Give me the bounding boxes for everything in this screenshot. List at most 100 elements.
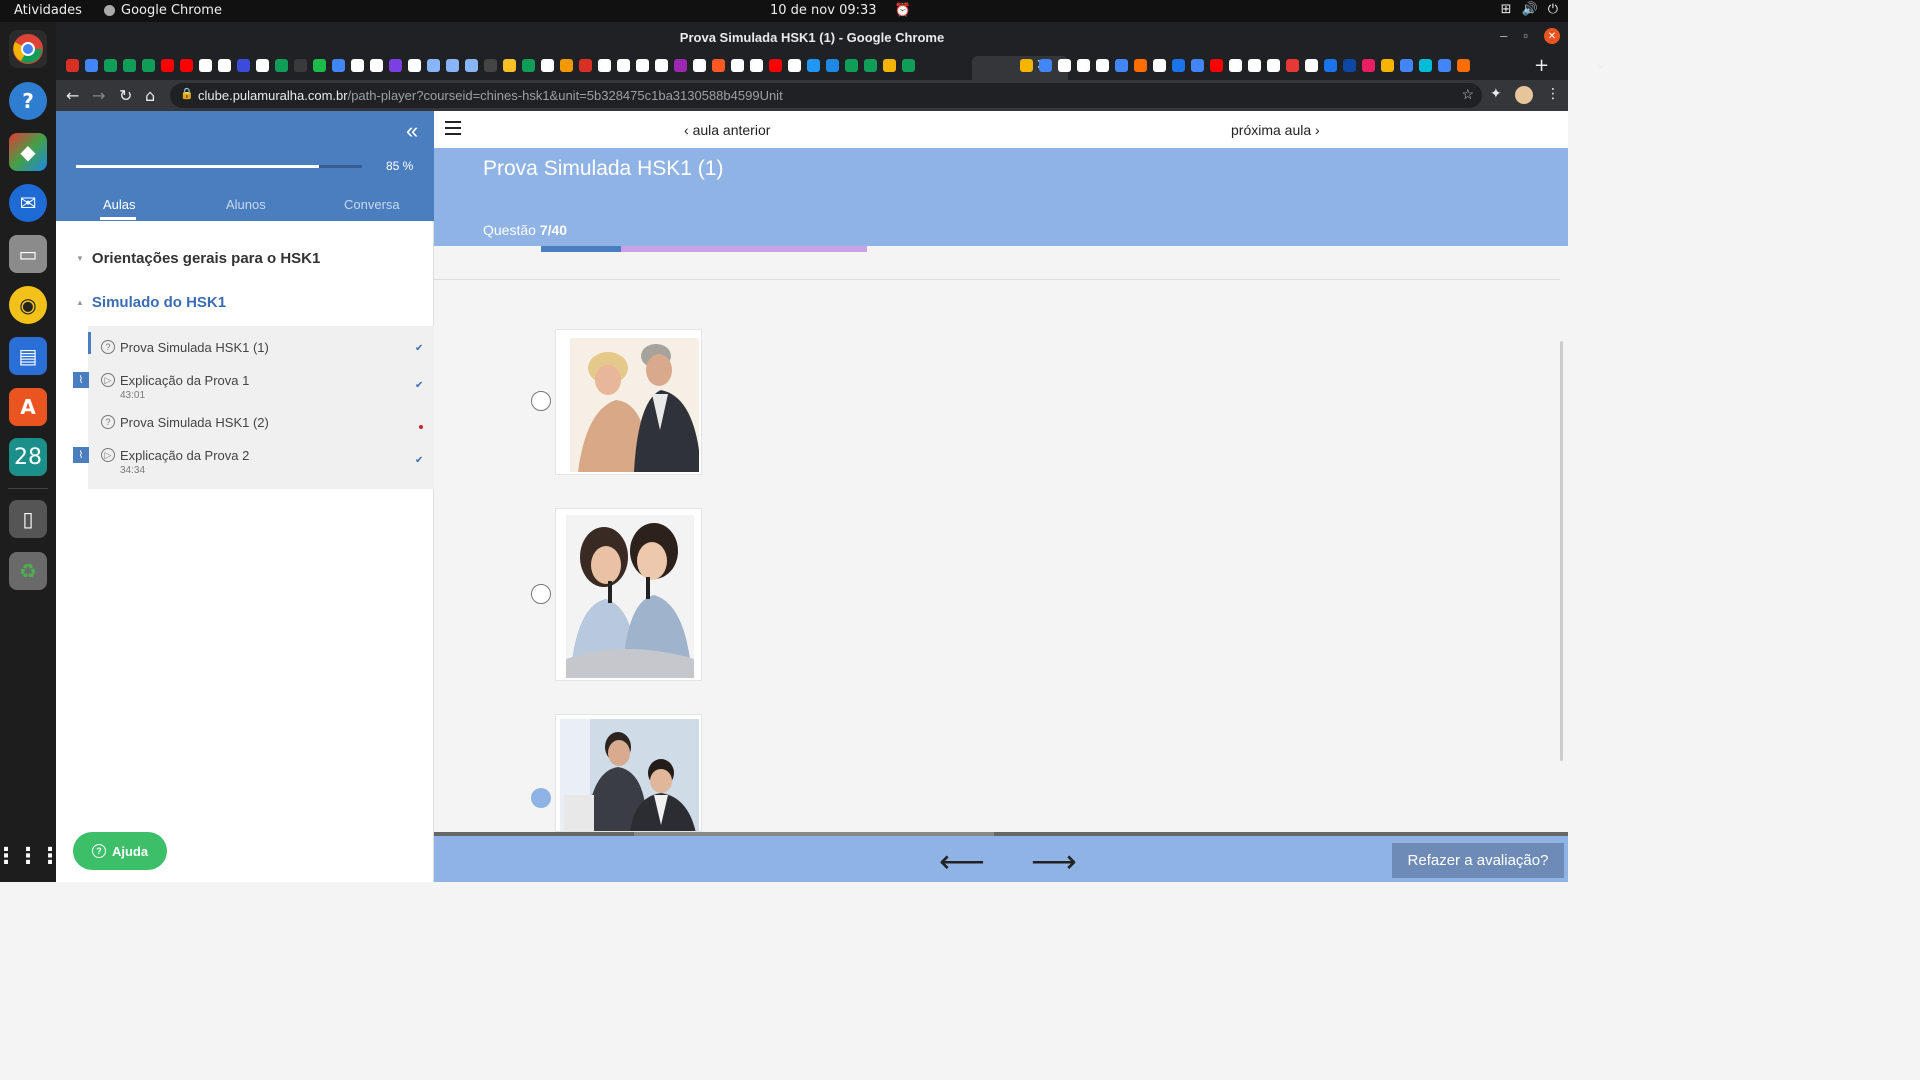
tab-favicon-icon[interactable] [484, 59, 497, 72]
previous-lesson-link[interactable]: ‹ aula anterior [684, 122, 770, 138]
tab-favicon-icon[interactable] [1457, 59, 1470, 72]
next-lesson-link[interactable]: próxima aula › [1231, 122, 1320, 138]
tab-favicon-icon[interactable] [693, 59, 706, 72]
lock-icon[interactable]: 🔒 [180, 87, 194, 100]
tab-favicon-icon[interactable] [332, 59, 345, 72]
tab-favicon-icon[interactable] [883, 59, 896, 72]
tab-favicon-icon[interactable] [1438, 59, 1451, 72]
writer-icon[interactable]: ▤ [9, 337, 47, 375]
tab-favicon-icon[interactable] [503, 59, 516, 72]
tab-favicon-icon[interactable] [1324, 59, 1337, 72]
previous-question-arrow-icon[interactable]: ⟵ [939, 842, 985, 880]
tab-favicon-icon[interactable] [1362, 59, 1375, 72]
option-radio[interactable] [531, 391, 551, 411]
tab-favicon-icon[interactable] [750, 59, 763, 72]
close-window-icon[interactable]: ✕ [1544, 28, 1560, 44]
tab-favicon-icon[interactable] [522, 59, 535, 72]
tab-favicon-icon[interactable] [351, 59, 364, 72]
minimize-icon[interactable]: – [1500, 28, 1507, 44]
tab-favicon-icon[interactable] [1134, 59, 1147, 72]
system-tray[interactable]: ⊞ 🔊 ⏻ [1501, 2, 1558, 17]
option-radio[interactable] [531, 584, 551, 604]
tab-favicon-icon[interactable] [1381, 59, 1394, 72]
tab-favicon-icon[interactable] [598, 59, 611, 72]
help-icon[interactable]: ? [9, 82, 47, 120]
tab-favicon-icon[interactable] [427, 59, 440, 72]
tab-favicon-icon[interactable] [66, 59, 79, 72]
tab-favicon-icon[interactable] [845, 59, 858, 72]
tab-favicon-icon[interactable] [731, 59, 744, 72]
tab-favicon-icon[interactable] [1210, 59, 1223, 72]
tab-favicon-icon[interactable] [1172, 59, 1185, 72]
bookmark-star-icon[interactable]: ☆ [1461, 86, 1474, 103]
extensions-icon[interactable]: ✦ [1490, 86, 1502, 102]
app-menu[interactable]: Google Chrome [104, 3, 222, 18]
redo-assessment-button[interactable]: Refazer a avaliação? [1392, 843, 1564, 878]
tab-favicon-icon[interactable] [1248, 59, 1261, 72]
tab-favicon-icon[interactable] [617, 59, 630, 72]
tab-favicon-icon[interactable] [1039, 59, 1052, 72]
rhythmbox-icon[interactable]: ◉ [9, 286, 47, 324]
tab-favicon-icon[interactable] [788, 59, 801, 72]
tab-favicon-icon[interactable] [218, 59, 231, 72]
section-orientacoes[interactable]: ▼ Orientações gerais para o HSK1 [76, 250, 320, 267]
tab-favicon-icon[interactable] [902, 59, 915, 72]
address-bar[interactable]: 🔒 clube.pulamuralha.com.br /path-player?… [170, 83, 1482, 108]
tab-favicon-icon[interactable] [1400, 59, 1413, 72]
attachment-icon[interactable]: ⌇ [73, 372, 89, 388]
maximize-icon[interactable]: ▫ [1523, 28, 1528, 44]
tab-favicon-icon[interactable] [313, 59, 326, 72]
tab-favicon-icon[interactable] [1096, 59, 1109, 72]
files-icon[interactable]: ▭ [9, 235, 47, 273]
reload-icon[interactable]: ↻ [119, 86, 132, 105]
audio-progress-bar[interactable] [541, 246, 867, 252]
tab-favicon-icon[interactable] [199, 59, 212, 72]
calendar-icon[interactable]: 28 [9, 438, 47, 476]
tab-alunos[interactable]: Alunos [226, 197, 266, 212]
drive-icon[interactable]: ▯ [9, 500, 47, 538]
tab-search-icon[interactable]: ⌄ [1596, 57, 1606, 71]
tab-favicon-icon[interactable] [579, 59, 592, 72]
tab-favicon-icon[interactable] [1343, 59, 1356, 72]
tab-favicon-icon[interactable] [275, 59, 288, 72]
next-question-arrow-icon[interactable]: ⟶ [1031, 842, 1077, 880]
tab-favicon-icon[interactable] [807, 59, 820, 72]
option-image-singing-women[interactable] [555, 508, 702, 681]
tab-favicon-icon[interactable] [180, 59, 193, 72]
tab-favicon-icon[interactable] [1286, 59, 1299, 72]
tab-favicon-icon[interactable] [636, 59, 649, 72]
tab-favicon-icon[interactable] [237, 59, 250, 72]
tab-favicon-icon[interactable] [123, 59, 136, 72]
tab-favicon-icon[interactable] [446, 59, 459, 72]
tab-favicon-icon[interactable] [1419, 59, 1432, 72]
back-icon[interactable]: ← [66, 86, 79, 105]
trash-icon[interactable]: ♻ [9, 552, 47, 590]
chrome-icon[interactable] [9, 30, 47, 68]
tab-favicon-icon[interactable] [1229, 59, 1242, 72]
tab-favicon-icon[interactable] [1153, 59, 1166, 72]
tab-favicon-icon[interactable] [541, 59, 554, 72]
tab-favicon-icon[interactable] [161, 59, 174, 72]
tab-favicon-icon[interactable] [370, 59, 383, 72]
tab-favicon-icon[interactable] [408, 59, 421, 72]
tab-favicon-icon[interactable] [655, 59, 668, 72]
tab-conversa[interactable]: Conversa [344, 197, 400, 212]
tab-favicon-icon[interactable] [1305, 59, 1318, 72]
tab-favicon-icon[interactable] [674, 59, 687, 72]
home-icon[interactable]: ⌂ [145, 86, 155, 105]
3d-app-icon[interactable]: ◆ [9, 133, 47, 171]
forward-icon[interactable]: → [92, 86, 105, 105]
clock[interactable]: 10 de nov 09:33 ⏰ [770, 3, 911, 18]
show-apps-icon[interactable]: ⋮⋮⋮ [0, 837, 61, 875]
option-image-dancing-couple[interactable] [555, 329, 702, 475]
tab-favicon-icon[interactable] [864, 59, 877, 72]
activities-button[interactable]: Atividades [14, 3, 82, 18]
option-radio-selected[interactable] [531, 788, 551, 808]
scrollbar[interactable] [1560, 341, 1563, 761]
tab-favicon-icon[interactable] [142, 59, 155, 72]
tab-favicon-icon[interactable] [826, 59, 839, 72]
tab-favicon-icon[interactable] [712, 59, 725, 72]
tab-favicon-icon[interactable] [85, 59, 98, 72]
tab-favicon-icon[interactable] [294, 59, 307, 72]
tab-favicon-icon[interactable] [104, 59, 117, 72]
